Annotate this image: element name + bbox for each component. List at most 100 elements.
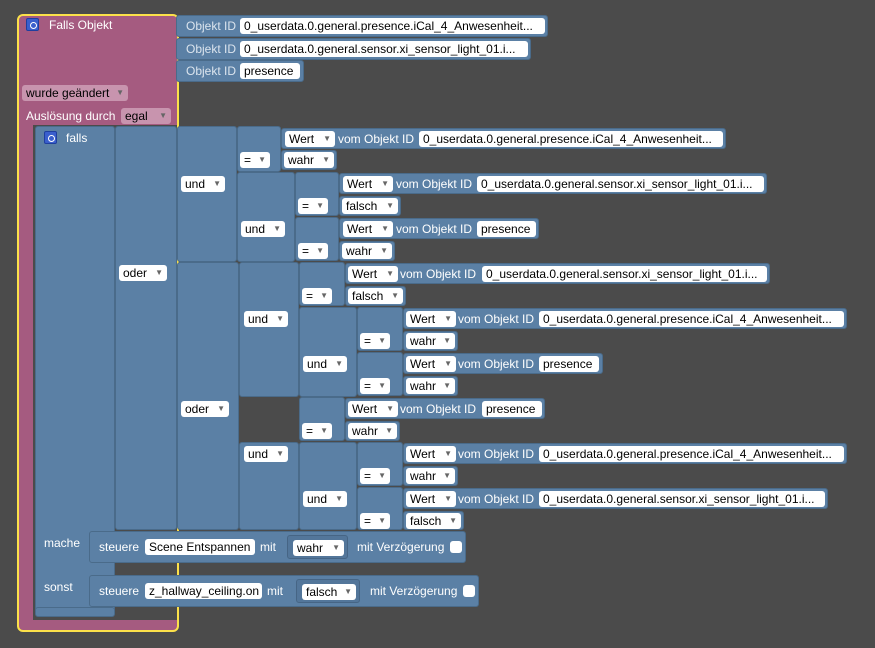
chevron-down-icon: ▼ xyxy=(320,291,328,300)
or-operator-dropdown[interactable]: oder ▼ xyxy=(119,265,167,281)
object-id-value-2[interactable]: 0_userdata.0.general.sensor.xi_sensor_li… xyxy=(240,41,528,57)
object-id-value[interactable]: 0_userdata.0.general.sensor.xi_sensor_li… xyxy=(477,176,764,192)
eq-operator-dropdown[interactable]: = ▼ xyxy=(298,243,328,259)
chevron-down-icon: ▼ xyxy=(332,543,340,552)
eq-operator-value: = xyxy=(364,379,372,393)
bool-dropdown[interactable]: wahr ▼ xyxy=(284,152,334,168)
object-id-value-1[interactable]: 0_userdata.0.general.presence.iCal_4_Anw… xyxy=(240,18,545,34)
and-operator-dropdown[interactable]: und ▼ xyxy=(241,221,285,237)
and-block-a[interactable] xyxy=(177,126,237,262)
wert-dropdown[interactable]: Wert ▼ xyxy=(343,221,393,237)
bool-dropdown[interactable]: wahr ▼ xyxy=(406,468,455,484)
wert-dropdown[interactable]: Wert ▼ xyxy=(406,446,456,462)
chevron-down-icon: ▼ xyxy=(378,516,386,525)
eq-operator-dropdown[interactable]: = ▼ xyxy=(360,513,390,529)
bool-dropdown[interactable]: falsch ▼ xyxy=(302,584,356,600)
delay-checkbox[interactable] xyxy=(463,585,475,597)
chevron-down-icon: ▼ xyxy=(344,587,352,596)
eq-operator-dropdown[interactable]: = ▼ xyxy=(298,198,328,214)
chevron-down-icon: ▼ xyxy=(443,471,451,480)
settings-gear-icon[interactable] xyxy=(44,131,57,144)
mache-label: mache xyxy=(44,536,81,550)
change-condition-dropdown[interactable]: wurde geändert ▼ xyxy=(22,85,128,101)
wert-dropdown[interactable]: Wert ▼ xyxy=(406,356,456,372)
or-operator-dropdown[interactable]: oder ▼ xyxy=(181,401,229,417)
chevron-down-icon: ▼ xyxy=(335,359,343,368)
object-id-value[interactable]: presence xyxy=(482,401,542,417)
and-operator-dropdown[interactable]: und ▼ xyxy=(303,356,347,372)
bool-value: wahr xyxy=(410,379,437,393)
object-id-value-3[interactable]: presence xyxy=(240,63,300,79)
and-operator-dropdown[interactable]: und ▼ xyxy=(181,176,225,192)
wert-value: Wert xyxy=(347,177,373,191)
wert-dropdown[interactable]: Wert ▼ xyxy=(285,131,335,147)
target-object-value[interactable]: z_hallway_ceiling.on xyxy=(145,583,262,599)
and-operator-value: und xyxy=(307,357,328,371)
wert-dropdown[interactable]: Wert ▼ xyxy=(343,176,393,192)
bool-dropdown[interactable]: wahr ▼ xyxy=(406,333,455,349)
wert-value: Wert xyxy=(410,492,436,506)
and-operator-dropdown[interactable]: und ▼ xyxy=(244,311,288,327)
object-id-value[interactable]: 0_userdata.0.general.presence.iCal_4_Anw… xyxy=(539,311,844,327)
wert-value: Wert xyxy=(410,312,436,326)
bool-value: wahr xyxy=(297,541,324,555)
object-id-value[interactable]: 0_userdata.0.general.presence.iCal_4_Anw… xyxy=(419,131,723,147)
or-block-inner[interactable] xyxy=(177,262,239,530)
chevron-down-icon: ▼ xyxy=(378,336,386,345)
delay-checkbox[interactable] xyxy=(450,541,462,553)
bool-dropdown[interactable]: falsch ▼ xyxy=(342,198,398,214)
or-block-outer[interactable] xyxy=(115,126,177,530)
wert-dropdown[interactable]: Wert ▼ xyxy=(348,266,398,282)
bool-value: falsch xyxy=(410,514,442,528)
chevron-down-icon: ▼ xyxy=(316,201,324,210)
and-operator-value: und xyxy=(307,492,328,506)
wert-value: Wert xyxy=(347,222,373,236)
object-id-value[interactable]: presence xyxy=(477,221,536,237)
wert-dropdown[interactable]: Wert ▼ xyxy=(406,491,456,507)
bool-dropdown[interactable]: wahr ▼ xyxy=(406,378,455,394)
object-id-value[interactable]: 0_userdata.0.general.presence.iCal_4_Anw… xyxy=(539,446,844,462)
target-object-value[interactable]: Scene Entspannen xyxy=(145,539,255,555)
settings-gear-icon[interactable] xyxy=(26,18,39,31)
eq-operator-dropdown[interactable]: = ▼ xyxy=(240,152,270,168)
sonst-label: sonst xyxy=(44,580,73,594)
eq-operator-value: = xyxy=(306,289,314,303)
chevron-down-icon: ▼ xyxy=(159,111,167,120)
eq-operator-dropdown[interactable]: = ▼ xyxy=(302,288,332,304)
chevron-down-icon: ▼ xyxy=(322,155,330,164)
and-operator-dropdown[interactable]: und ▼ xyxy=(244,446,288,462)
and-block-b22[interactable] xyxy=(299,442,357,530)
eq-operator-dropdown[interactable]: = ▼ xyxy=(360,468,390,484)
chevron-down-icon: ▼ xyxy=(444,494,452,503)
eq-operator-value: = xyxy=(364,334,372,348)
eq-operator-dropdown[interactable]: = ▼ xyxy=(360,333,390,349)
and-block-b12[interactable] xyxy=(299,307,357,397)
eq-operator-dropdown[interactable]: = ▼ xyxy=(360,378,390,394)
chevron-down-icon: ▼ xyxy=(116,88,124,97)
bool-dropdown[interactable]: wahr ▼ xyxy=(348,423,397,439)
wert-value: Wert xyxy=(410,357,436,371)
chevron-down-icon: ▼ xyxy=(443,381,451,390)
wert-dropdown[interactable]: Wert ▼ xyxy=(406,311,456,327)
vom-objekt-id-label: vom Objekt ID xyxy=(396,177,473,191)
wert-dropdown[interactable]: Wert ▼ xyxy=(348,401,398,417)
and-operator-value: und xyxy=(185,177,206,191)
and-operator-dropdown[interactable]: und ▼ xyxy=(303,491,347,507)
eq-operator-dropdown[interactable]: = ▼ xyxy=(302,423,332,439)
and-block-a2[interactable] xyxy=(237,172,295,262)
vom-objekt-id-label: vom Objekt ID xyxy=(400,267,477,281)
chevron-down-icon: ▼ xyxy=(381,179,389,188)
bool-dropdown[interactable]: wahr ▼ xyxy=(342,243,392,259)
and-block-b1[interactable] xyxy=(239,262,299,397)
or-operator-value: oder xyxy=(185,402,210,416)
eq-operator-value: = xyxy=(364,469,372,483)
bool-dropdown[interactable]: falsch ▼ xyxy=(348,288,403,304)
bool-dropdown[interactable]: falsch ▼ xyxy=(406,513,461,529)
object-id-value[interactable]: 0_userdata.0.general.sensor.xi_sensor_li… xyxy=(482,266,767,282)
vom-objekt-id-label: vom Objekt ID xyxy=(458,492,535,506)
object-id-value[interactable]: presence xyxy=(539,356,599,372)
bool-value: wahr xyxy=(288,153,315,167)
ausloesung-dropdown[interactable]: egal ▼ xyxy=(121,108,171,124)
bool-dropdown[interactable]: wahr ▼ xyxy=(293,540,344,556)
object-id-value[interactable]: 0_userdata.0.general.sensor.xi_sensor_li… xyxy=(539,491,825,507)
